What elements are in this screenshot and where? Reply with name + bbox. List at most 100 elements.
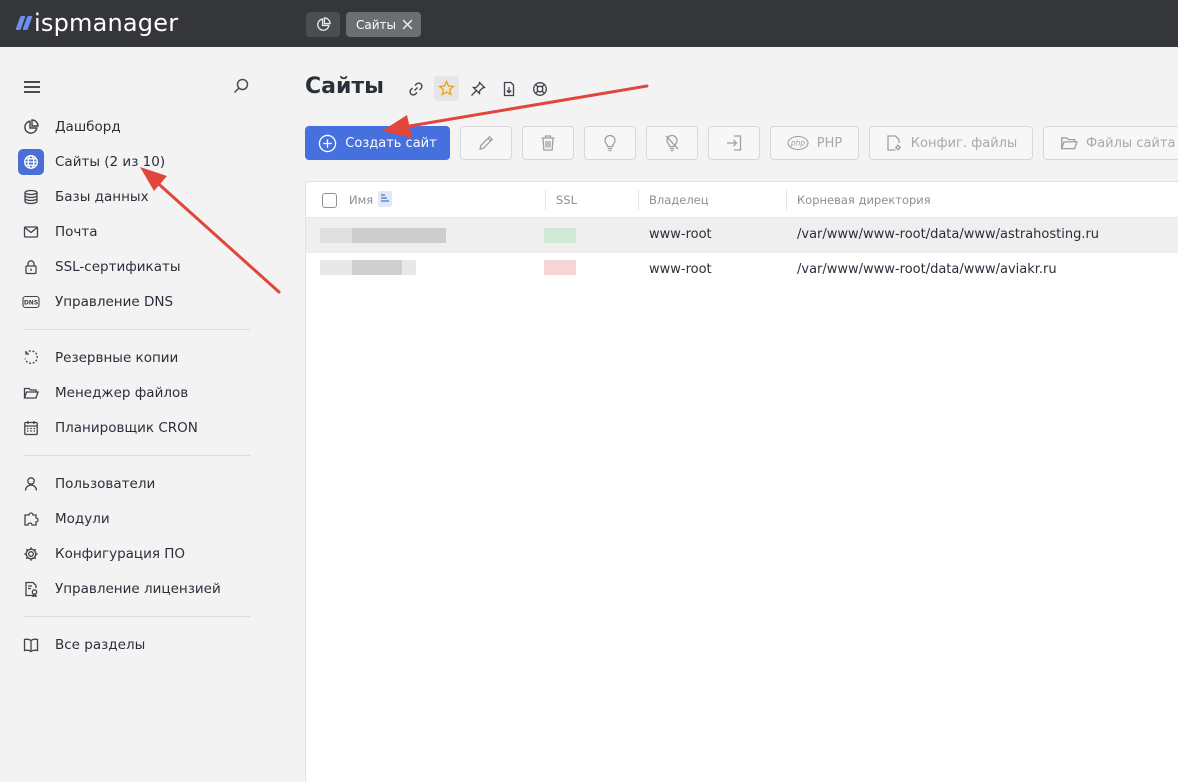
sidebar-item-all-sections[interactable]: Все разделы xyxy=(18,631,145,659)
config-file-icon xyxy=(887,135,901,151)
sidebar-item-label: Сайты (2 из 10) xyxy=(55,154,166,170)
help-icon[interactable] xyxy=(527,76,552,101)
redacted-name-detail xyxy=(352,228,446,243)
plus-circle-icon xyxy=(319,134,337,152)
delete-button[interactable] xyxy=(522,126,574,160)
tab-sites[interactable]: Сайты xyxy=(346,12,421,37)
title-actions xyxy=(403,76,552,101)
mail-icon xyxy=(18,219,44,245)
dns-icon: DNS xyxy=(18,289,44,315)
site-files-button[interactable]: Файлы сайта xyxy=(1043,126,1178,160)
select-all-checkbox[interactable] xyxy=(322,193,337,208)
owner-cell: www-root xyxy=(649,262,712,277)
sidebar-item-license[interactable]: Управление лицензией xyxy=(18,575,221,603)
config-files-button[interactable]: Конфиг. файлы xyxy=(869,126,1033,160)
pin-icon[interactable] xyxy=(465,76,490,101)
sidebar-item-backups[interactable]: Резервные копии xyxy=(18,344,178,372)
top-bar: ispmanager Сайты xyxy=(0,0,1178,47)
sidebar-divider xyxy=(24,455,250,456)
create-site-button[interactable]: Создать сайт xyxy=(305,126,450,160)
user-icon xyxy=(18,471,44,497)
table-row[interactable]: www-root /var/www/www-root/data/www/avia… xyxy=(306,253,1178,288)
login-button[interactable] xyxy=(708,126,760,160)
edit-button[interactable] xyxy=(460,126,512,160)
table-header: Имя SSL Владелец Корневая директория xyxy=(306,182,1178,218)
sidebar-item-label: Конфигурация ПО xyxy=(55,546,186,562)
logo-text: ispmanager xyxy=(34,9,179,37)
sidebar-item-label: Модули xyxy=(55,511,110,527)
sidebar-item-label: Все разделы xyxy=(55,637,146,653)
column-header-ssl[interactable]: SSL xyxy=(556,193,577,207)
php-icon: php xyxy=(787,135,809,151)
ssl-status-badge xyxy=(544,228,576,243)
star-icon[interactable] xyxy=(434,76,459,101)
sidebar-item-modules[interactable]: Модули xyxy=(18,505,110,533)
search-icon[interactable] xyxy=(232,77,250,95)
sidebar-item-label: Управление DNS xyxy=(55,294,174,310)
lock-icon xyxy=(18,254,44,280)
sidebar-item-cron[interactable]: Планировщик CRON xyxy=(18,414,198,442)
export-icon[interactable] xyxy=(496,76,521,101)
column-header-name[interactable]: Имя xyxy=(349,193,373,207)
tab-sites-label: Сайты xyxy=(356,17,396,32)
pencil-icon xyxy=(479,135,494,150)
redacted-name-detail xyxy=(352,260,402,275)
sidebar-item-databases[interactable]: Базы данных xyxy=(18,183,149,211)
database-icon xyxy=(18,184,44,210)
gear-icon xyxy=(18,541,44,567)
create-site-label: Создать сайт xyxy=(345,135,437,151)
pie-chart-icon xyxy=(18,114,44,140)
column-header-owner[interactable]: Владелец xyxy=(649,193,709,207)
sidebar-item-users[interactable]: Пользователи xyxy=(18,470,155,498)
sidebar: Дашборд Сайты (2 из 10) Базы данных Почт… xyxy=(0,47,275,782)
license-icon xyxy=(18,576,44,602)
sidebar-item-label: Почта xyxy=(55,224,98,240)
calendar-icon xyxy=(18,415,44,441)
dashboard-tab[interactable] xyxy=(306,12,340,37)
close-icon[interactable] xyxy=(402,19,413,30)
sidebar-item-label: Управление лицензией xyxy=(55,581,221,597)
page-title: Сайты xyxy=(305,74,385,99)
sidebar-divider xyxy=(24,329,250,330)
root-dir-cell: /var/www/www-root/data/www/aviakr.ru xyxy=(797,262,1057,277)
sidebar-item-file-manager[interactable]: Менеджер файлов xyxy=(18,379,188,407)
sort-icon[interactable] xyxy=(378,191,392,207)
php-button[interactable]: php PHP xyxy=(770,126,859,160)
pie-chart-icon xyxy=(316,17,331,31)
sidebar-item-dns[interactable]: DNS Управление DNS xyxy=(18,288,173,316)
sidebar-item-mail[interactable]: Почта xyxy=(18,218,98,246)
puzzle-icon xyxy=(18,506,44,532)
logo-mark-icon xyxy=(15,16,33,30)
backup-icon xyxy=(18,345,44,371)
menu-icon[interactable] xyxy=(24,80,40,94)
folder-icon xyxy=(1060,137,1078,150)
sidebar-item-label: Базы данных xyxy=(55,189,149,205)
config-files-label: Конфиг. файлы xyxy=(910,135,1018,151)
sidebar-item-dashboard[interactable]: Дашборд xyxy=(18,113,121,141)
link-icon[interactable] xyxy=(403,76,428,101)
enable-button[interactable] xyxy=(584,126,636,160)
logo[interactable]: ispmanager xyxy=(15,9,179,37)
main-content: Сайты Создать сайт php PHP Конфиг. файлы… xyxy=(275,47,1178,782)
trash-icon xyxy=(541,135,555,151)
lightbulb-off-icon xyxy=(665,134,679,152)
sidebar-item-label: Планировщик CRON xyxy=(55,420,198,436)
php-label: PHP xyxy=(816,135,843,151)
sidebar-item-label: SSL-сертификаты xyxy=(55,259,181,275)
sidebar-item-ssl[interactable]: SSL-сертификаты xyxy=(18,253,181,281)
sidebar-item-software-config[interactable]: Конфигурация ПО xyxy=(18,540,185,568)
folder-icon xyxy=(18,380,44,406)
sidebar-item-label: Пользователи xyxy=(55,476,156,492)
site-files-label: Файлы сайта xyxy=(1086,135,1176,151)
column-header-root-dir[interactable]: Корневая директория xyxy=(797,193,931,207)
svg-text:DNS: DNS xyxy=(24,300,38,307)
sidebar-item-sites[interactable]: Сайты (2 из 10) xyxy=(18,148,165,176)
table-row[interactable]: www-root /var/www/www-root/data/www/astr… xyxy=(306,218,1178,253)
book-icon xyxy=(18,632,44,658)
root-dir-cell: /var/www/www-root/data/www/astrahosting.… xyxy=(797,227,1100,242)
ssl-status-badge xyxy=(544,260,576,275)
globe-icon xyxy=(18,149,44,175)
lightbulb-icon xyxy=(604,134,616,152)
sidebar-item-label: Дашборд xyxy=(55,119,121,135)
disable-button[interactable] xyxy=(646,126,698,160)
